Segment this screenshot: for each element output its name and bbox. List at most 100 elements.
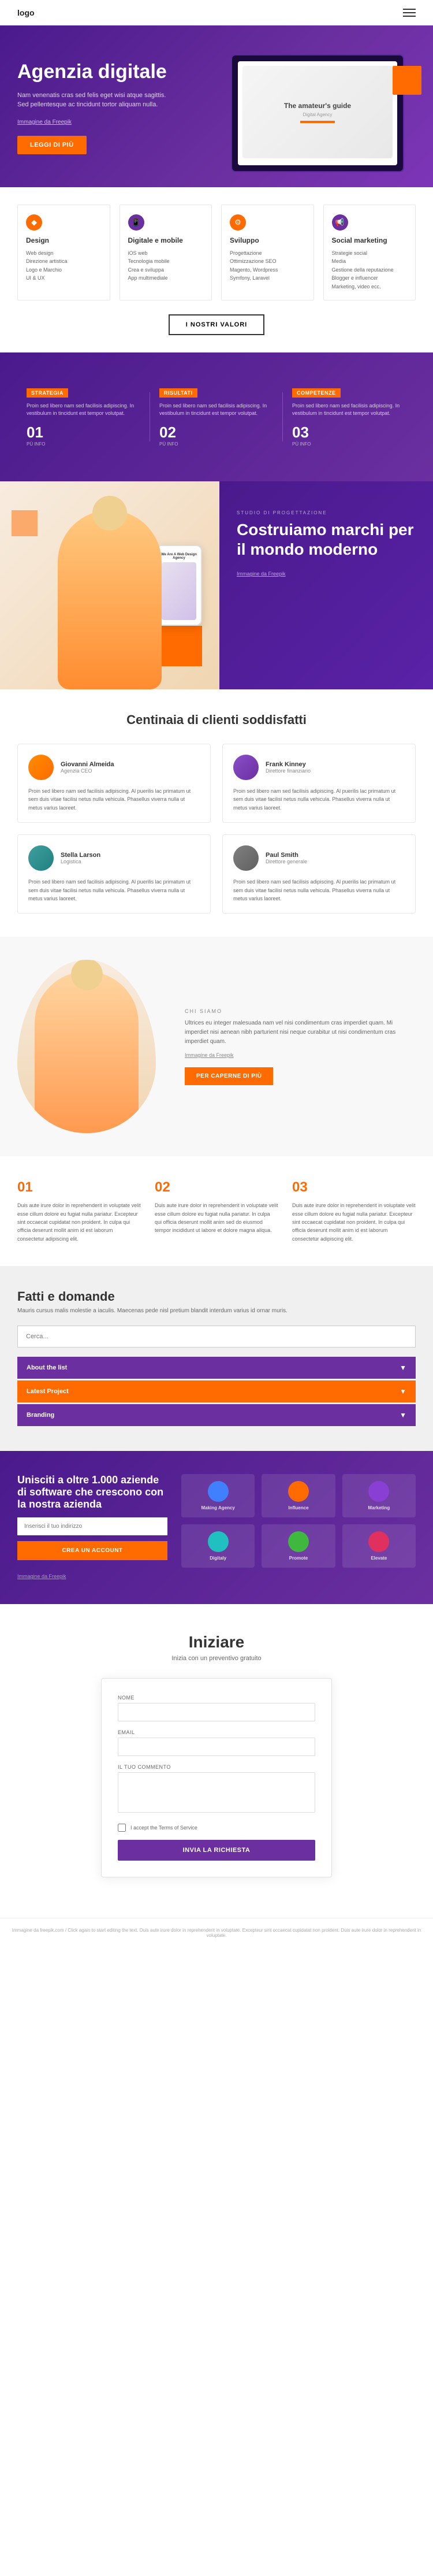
logo-icon-orange (288, 1481, 309, 1502)
who-image-link[interactable]: Immagine da Freepik (185, 1052, 416, 1058)
who-description: Ultrices eu integer malesuada nam vel ni… (185, 1019, 416, 1046)
testimonials-section: Centinaia di clienti soddisfatti Giovann… (0, 689, 433, 937)
testimonial-card-2: Stella Larson Logistica Proin sed libero… (17, 834, 211, 914)
faq-arrow-2: ▼ (400, 1411, 406, 1419)
form-message-textarea[interactable] (118, 1772, 315, 1813)
studio-label: STUDIO DI PROGETTAZIONE (237, 510, 416, 515)
services-section: ◆ Design Web design Direzione artistica … (0, 187, 433, 352)
avatar-2 (28, 845, 54, 871)
service-item: Strategie social (332, 249, 408, 257)
testimonial-role-0: Agenzia CEO (61, 768, 114, 774)
screen-placeholder: The amateur's guide Digital Agency (242, 66, 393, 158)
step-03: 03 Duis aute irure dolor in reprehenderi… (292, 1179, 416, 1243)
person-head (92, 496, 127, 530)
step-text-2: Duis aute irure dolor in reprehenderit i… (292, 1201, 416, 1243)
faq-search-input[interactable] (17, 1326, 416, 1348)
join-section: Unisciti a oltre 1.000 aziende di softwa… (0, 1451, 433, 1604)
service-title-design: Design (26, 236, 102, 244)
form-message-label: Il tuo commento (118, 1764, 315, 1770)
form-submit-button[interactable]: Invia la richiesta (118, 1840, 315, 1861)
testimonial-role-3: Direttore generale (266, 859, 307, 864)
hamburger-menu[interactable] (403, 9, 416, 17)
faq-item-0[interactable]: About the list ▼ (17, 1357, 416, 1379)
orange-decoration (393, 66, 421, 95)
step-number-2: 03 (292, 1179, 416, 1196)
service-item: Crea e sviluppa (128, 266, 204, 274)
avatar-0 (28, 755, 54, 780)
logo-icon-cyan (208, 1531, 229, 1552)
form-terms-checkbox[interactable] (118, 1824, 126, 1832)
stat-desc-2: Proin sed libero nam sed facilisis adipi… (292, 402, 406, 418)
laptop-mockup: The amateur's guide Digital Agency (231, 54, 404, 172)
testimonial-header-3: Paul Smith Direttore generale (233, 845, 405, 871)
design-icon: ◆ (26, 214, 42, 231)
stat-label-risultati: RISULTATI (159, 388, 197, 398)
faq-item-2[interactable]: Branding ▼ (17, 1404, 416, 1426)
testimonial-header-1: Frank Kinney Direttore finanziario (233, 755, 405, 780)
logo: logo (17, 8, 35, 17)
testimonial-card-3: Paul Smith Direttore generale Proin sed … (222, 834, 416, 914)
logo-card-2: Marketing (342, 1474, 416, 1517)
testimonial-text-0: Proin sed libero nam sed facilisis adipi… (28, 787, 200, 812)
contact-form-card: Nome Email Il tuo commento I accept the … (101, 1678, 332, 1877)
social-icon: 📢 (332, 214, 348, 231)
service-items-design: Web design Direzione artistica Logo e Ma… (26, 249, 102, 283)
service-item: Marketing, video ecc. (332, 283, 408, 291)
service-item: Blogger e influencer (332, 274, 408, 282)
form-name-input[interactable] (118, 1703, 315, 1721)
hero-cta-button[interactable]: LEGGI DI PIÙ (17, 136, 87, 154)
hero-description: Nam venenatis cras sed felis eget wisi a… (17, 91, 167, 110)
stat-number-2: 03 (292, 424, 406, 441)
testimonial-info-1: Frank Kinney Direttore finanziario (266, 761, 311, 774)
service-card-social: 📢 Social marketing Strategie social Medi… (323, 205, 416, 300)
studio-image: We Are A Web Design Agency (0, 481, 219, 689)
faq-item-1[interactable]: Latest Project ▼ (17, 1380, 416, 1402)
service-item: Progettazione (230, 249, 305, 257)
stat-sublabel-1: PÙ INFO (159, 441, 274, 447)
join-create-button[interactable]: Crea un account (17, 1541, 167, 1560)
logo-name-4: Promote (268, 1556, 328, 1561)
form-email-input[interactable] (118, 1738, 315, 1756)
stat-label-strategia: STRATEGIA (27, 388, 68, 398)
faq-item-label-0: About the list (27, 1364, 67, 1371)
faq-item-label-2: Branding (27, 1412, 54, 1419)
testimonial-text-2: Proin sed libero nam sed facilisis adipi… (28, 878, 200, 903)
testimonials-grid: Giovanni Almeida Agenzia CEO Proin sed l… (17, 744, 416, 914)
stat-desc-1: Proin sed libero nam sed facilisis adipi… (159, 402, 274, 418)
who-text: Chi siamo Ultrices eu integer malesuada … (185, 1008, 416, 1085)
faq-section: Fatti e domande Mauris cursus malis mole… (0, 1266, 433, 1451)
studio-link[interactable]: Immagine da Freepik (237, 571, 286, 577)
logo-card-4: Promote (262, 1524, 335, 1568)
avatar-1 (233, 755, 259, 780)
stat-sublabel-2: PÙ INFO (292, 441, 406, 447)
join-logos-grid: Making Agency Influence Marketing Digita… (181, 1474, 416, 1581)
testimonial-header-2: Stella Larson Logistica (28, 845, 200, 871)
stats-section: STRATEGIA Proin sed libero nam sed facil… (0, 352, 433, 481)
studio-title: Costruiamo marchi per il mondo moderno (237, 520, 416, 559)
form-message-field: Il tuo commento (118, 1764, 315, 1816)
logo-icon-green (288, 1531, 309, 1552)
step-text-0: Duis aute irure dolor in reprehenderit i… (17, 1201, 141, 1243)
stat-desc-0: Proin sed libero nam sed facilisis adipi… (27, 402, 141, 418)
testimonial-name-1: Frank Kinney (266, 761, 311, 768)
who-cta-button[interactable]: PER CAPERNE DI PIÙ (185, 1067, 273, 1085)
values-button[interactable]: I NOSTRI VALORI (169, 314, 264, 335)
form-name-label: Nome (118, 1695, 315, 1701)
orange-square-2 (12, 510, 38, 536)
step-number-1: 02 (155, 1179, 278, 1196)
who-section: Chi siamo Ultrices eu integer malesuada … (0, 937, 433, 1156)
hero-image-area: The amateur's guide Digital Agency (231, 54, 416, 172)
service-items-social: Strategie social Media Gestione della re… (332, 249, 408, 291)
logo-card-0: Making Agency (181, 1474, 255, 1517)
join-email-input[interactable] (17, 1517, 167, 1535)
logo-name-3: Digitaly (188, 1556, 248, 1561)
logo-card-5: Elevate (342, 1524, 416, 1568)
stat-sublabel-0: PÙ INFO (27, 441, 141, 447)
phone-screen (162, 562, 196, 620)
service-item: UI & UX (26, 274, 102, 282)
steps-grid: 01 Duis aute irure dolor in reprehenderi… (17, 1179, 416, 1243)
join-logo-link[interactable]: Immagine da Freepik (17, 1573, 66, 1579)
hero-image-link[interactable]: Immagine da Freepik (17, 119, 219, 125)
testimonial-text-1: Proin sed libero nam sed facilisis adipi… (233, 787, 405, 812)
testimonial-name-0: Giovanni Almeida (61, 761, 114, 768)
